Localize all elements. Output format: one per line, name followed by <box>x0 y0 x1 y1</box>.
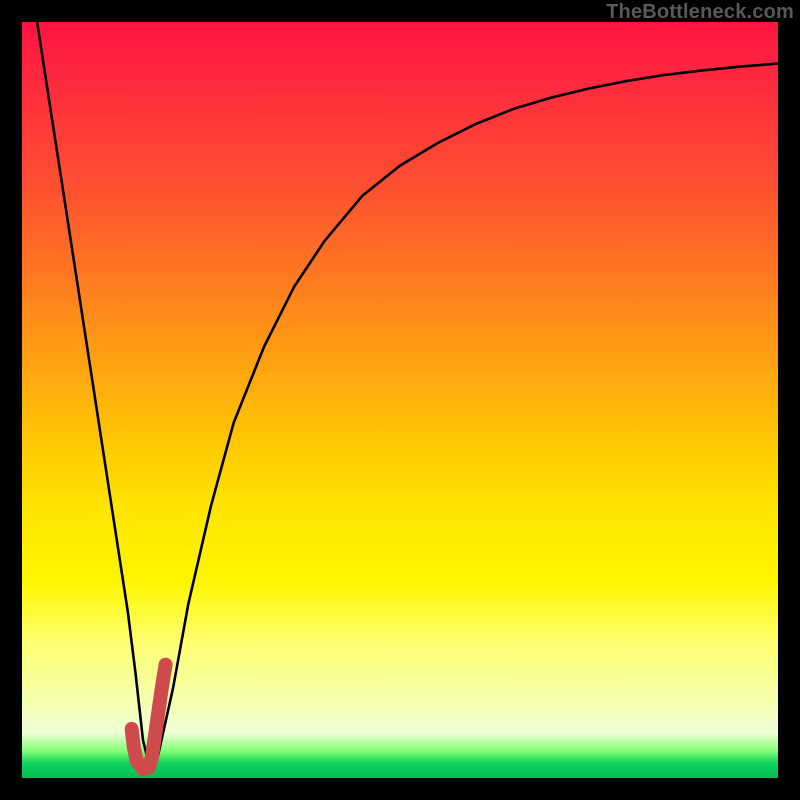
chart-lines-layer <box>22 22 778 778</box>
watermark-text: TheBottleneck.com <box>606 1 794 24</box>
series-v-curve <box>37 22 778 770</box>
chart-container: TheBottleneck.com <box>0 0 800 800</box>
